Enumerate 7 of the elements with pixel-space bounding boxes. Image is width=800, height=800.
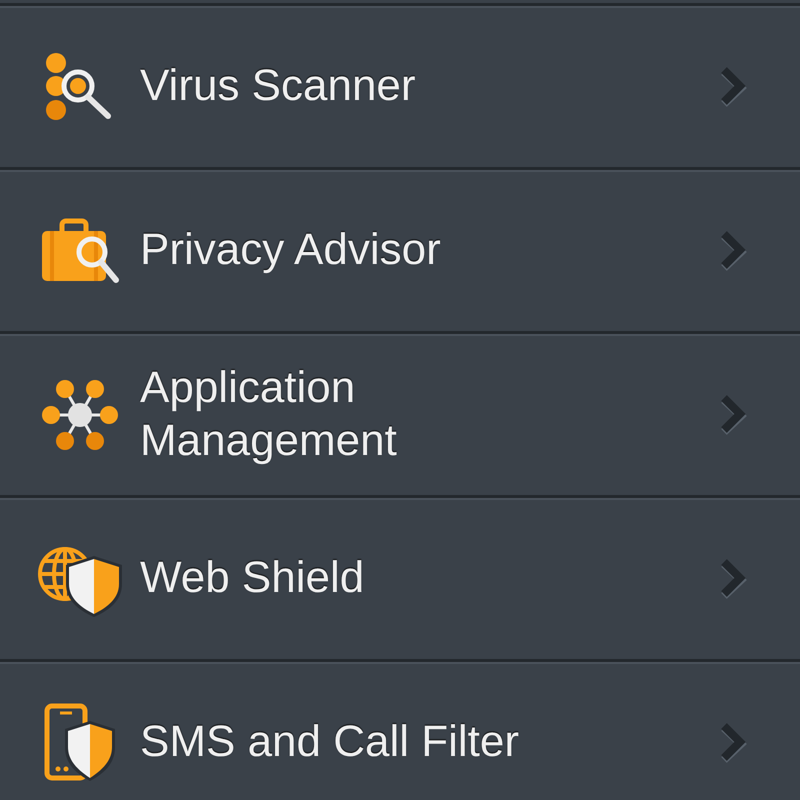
chevron-right-icon — [718, 64, 748, 108]
briefcase-magnifier-icon — [40, 216, 120, 284]
chevron-right-icon — [718, 392, 748, 436]
chevron-right-icon — [718, 228, 748, 272]
chevron-right-icon — [718, 556, 748, 600]
phone-shield-icon — [44, 702, 116, 782]
chevron-right-icon — [718, 720, 748, 764]
